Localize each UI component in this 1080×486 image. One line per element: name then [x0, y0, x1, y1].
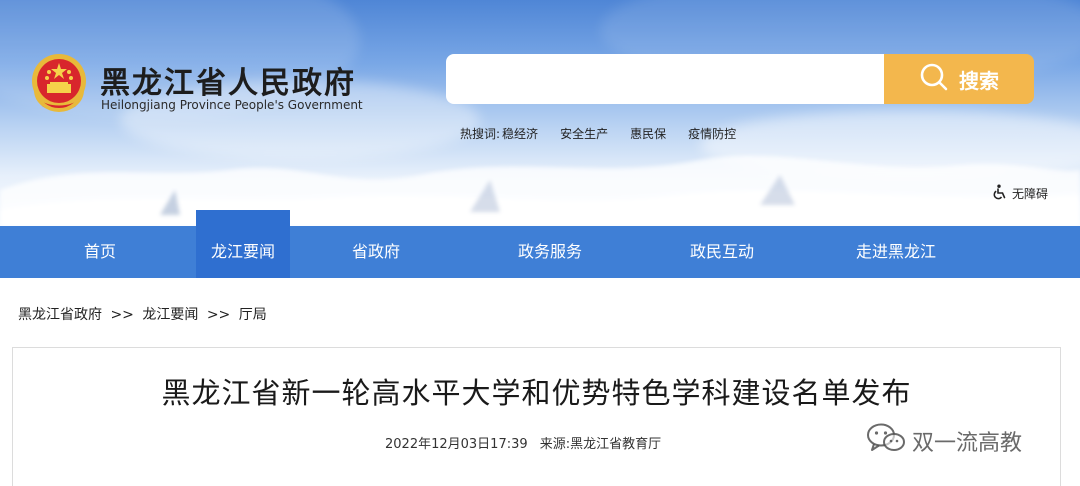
wechat-icon: [866, 422, 906, 460]
watermark-text: 双一流高教: [912, 431, 1023, 456]
nav-item-government[interactable]: 省政府: [336, 226, 416, 278]
watermark: 双一流高教: [866, 422, 1022, 460]
national-emblem-icon[interactable]: [26, 50, 92, 116]
search-button-label: 搜索: [959, 68, 999, 93]
article-container: [12, 347, 1061, 486]
hot-word-item[interactable]: 安全生产: [560, 125, 608, 142]
nav-item-news[interactable]: 龙江要闻: [196, 210, 290, 278]
search-button[interactable]: 搜索: [884, 54, 1034, 104]
article-meta: 2022年12月03日17:39 来源:黑龙江省教育厅: [385, 433, 661, 452]
main-nav: 首页 龙江要闻 省政府 政务服务 政民互动 走进黑龙江: [0, 210, 1080, 278]
breadcrumb-item[interactable]: 厅局: [239, 307, 267, 323]
accessibility-label: 无障碍: [1012, 187, 1049, 201]
breadcrumb-separator: >>: [206, 307, 231, 323]
search-icon: [919, 62, 949, 97]
breadcrumb-separator: >>: [110, 307, 134, 323]
hot-word-item[interactable]: 疫情防控: [688, 125, 736, 142]
article-source: 黑龙江省教育厅: [570, 437, 662, 452]
article-date: 2022年12月03日17:39: [385, 437, 528, 452]
breadcrumb-item[interactable]: 黑龙江省政府: [18, 307, 102, 323]
wheelchair-icon: [992, 184, 1008, 203]
search-input[interactable]: [446, 54, 884, 104]
breadcrumb: 黑龙江省政府 >> 龙江要闻 >> 厅局: [18, 304, 267, 324]
article-title: 黑龙江省新一轮高水平大学和优势特色学科建设名单发布: [161, 376, 912, 410]
accessibility-link[interactable]: 无障碍: [992, 184, 1048, 203]
hot-words-label: 热搜词:: [460, 127, 501, 141]
hot-word-item[interactable]: 惠民保: [630, 125, 666, 142]
hot-words: 热搜词: 稳经济 安全生产 惠民保 疫情防控: [460, 125, 758, 142]
nav-item-services[interactable]: 政务服务: [500, 226, 600, 278]
article-source-label: 来源:: [539, 437, 571, 452]
nav-item-interaction[interactable]: 政民互动: [672, 226, 772, 278]
hot-word-item[interactable]: 稳经济: [502, 125, 538, 142]
site-subtitle: Heilongjiang Province People's Governmen…: [101, 98, 363, 112]
nav-item-home[interactable]: 首页: [60, 226, 140, 278]
breadcrumb-item[interactable]: 龙江要闻: [142, 307, 198, 323]
site-title[interactable]: 黑龙江省人民政府: [100, 58, 356, 102]
nav-item-about[interactable]: 走进黑龙江: [836, 226, 956, 278]
header-banner: 黑龙江省人民政府 Heilongjiang Province People's …: [0, 0, 1080, 226]
